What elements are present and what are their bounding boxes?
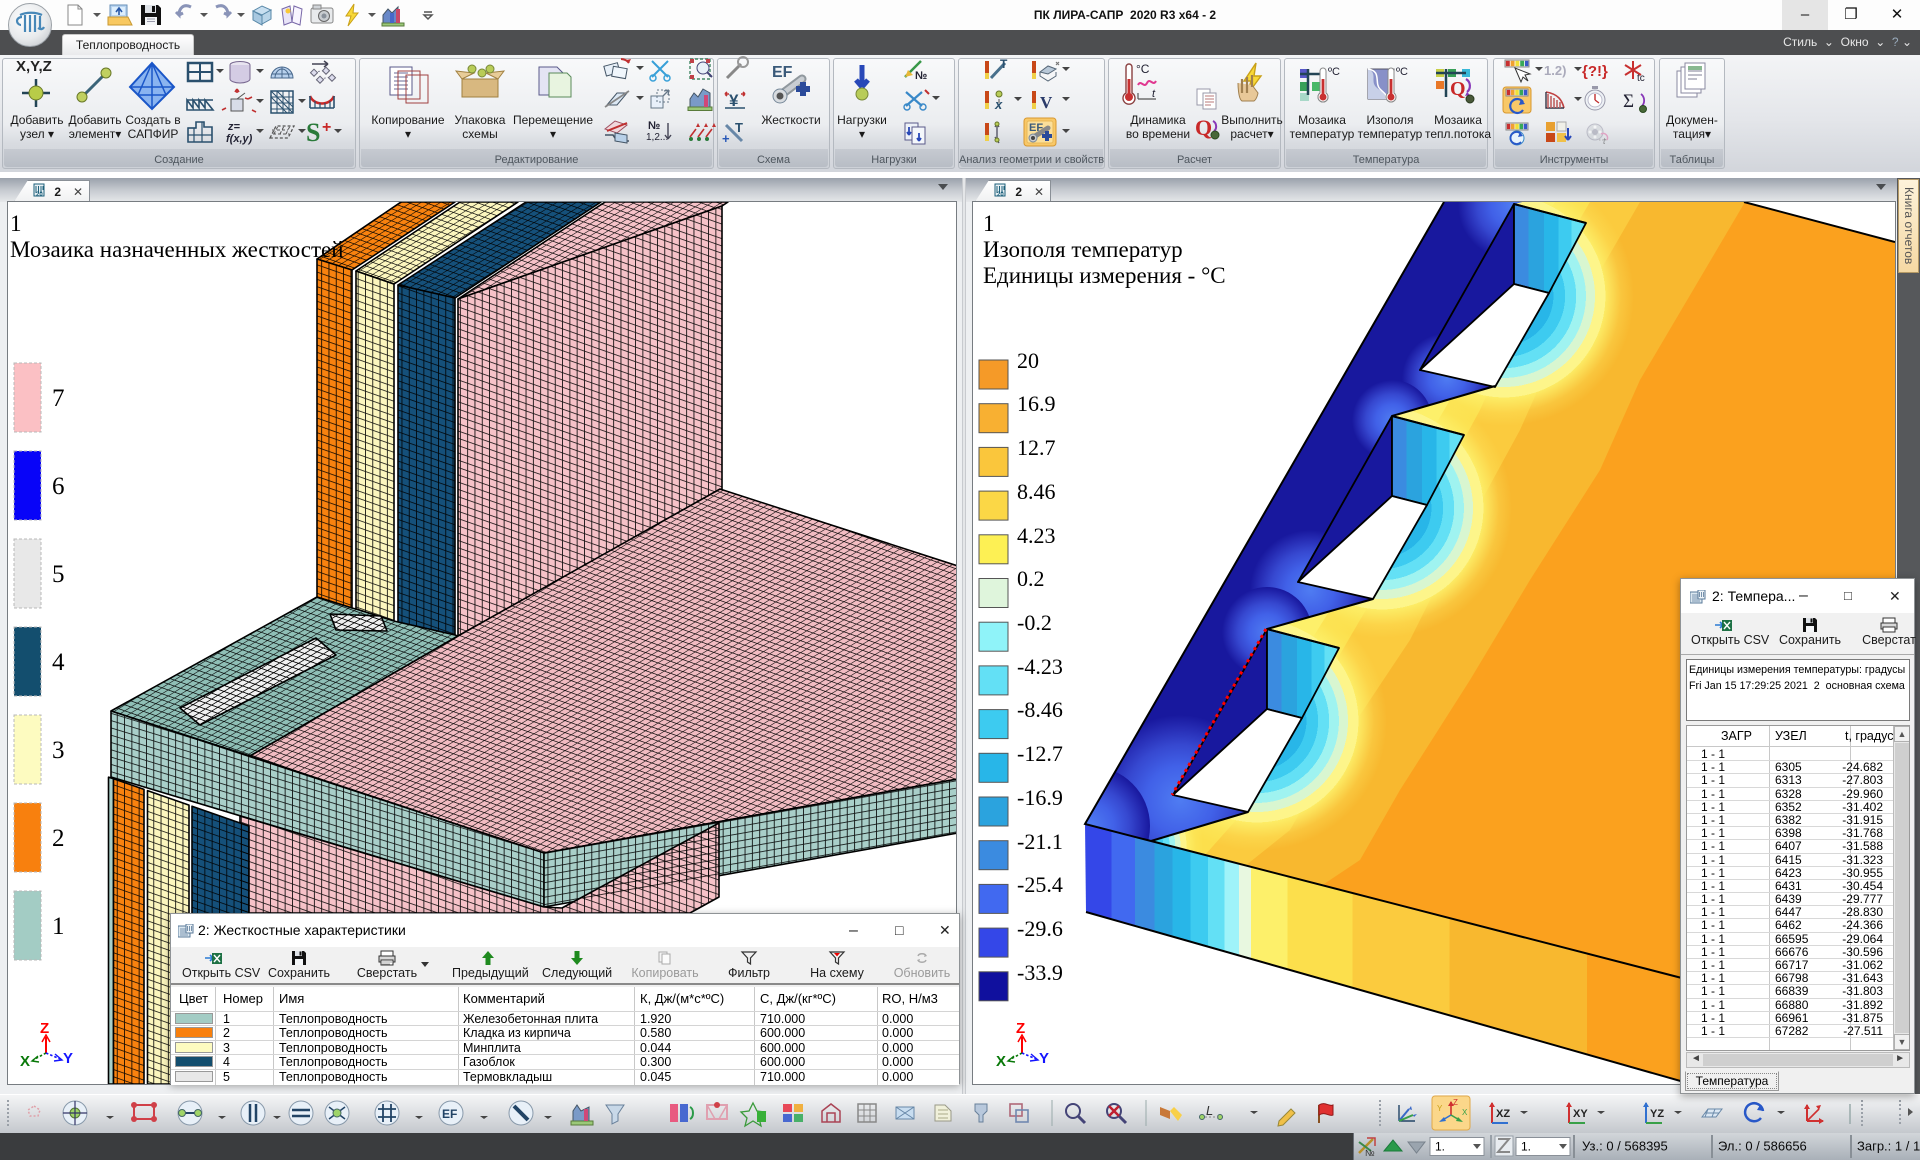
svg-text:°C: °C <box>1136 62 1150 76</box>
svg-text:Единицы измерения - °С: Единицы измерения - °С <box>983 263 1226 288</box>
svg-text:20: 20 <box>36 192 43 198</box>
svg-text:T: T <box>735 120 743 135</box>
svg-text:1.2): 1.2) <box>1544 63 1566 78</box>
svg-text:Σ: Σ <box>1623 91 1634 112</box>
svg-text:6: 6 <box>52 473 65 500</box>
svg-text:1.: 1. <box>1521 1140 1531 1154</box>
svg-text:ºC: ºC <box>1396 66 1408 78</box>
svg-text:XY: XY <box>1573 1108 1588 1120</box>
svg-text:tc: tc <box>1637 73 1645 84</box>
svg-text:Y: Y <box>1039 1050 1049 1067</box>
svg-text:t: t <box>1603 136 1606 146</box>
svg-text:EF: EF <box>442 1107 457 1121</box>
svg-text:0.2: 0.2 <box>1017 566 1045 591</box>
svg-text:z=: z= <box>227 121 241 133</box>
svg-text:8.46: 8.46 <box>1017 479 1056 504</box>
svg-text:5: 5 <box>52 561 65 588</box>
svg-text:X: X <box>996 1053 1006 1070</box>
svg-text:Q: Q <box>1195 115 1212 140</box>
svg-text:1.: 1. <box>1435 1140 1445 1154</box>
svg-text:1: 1 <box>983 211 995 236</box>
svg-text:X,Y,Z: X,Y,Z <box>16 58 52 75</box>
svg-text:-4.23: -4.23 <box>1017 654 1063 679</box>
svg-text:-21.1: -21.1 <box>1017 829 1063 854</box>
svg-text:№: № <box>915 70 927 82</box>
svg-text:Z: Z <box>1016 1020 1025 1037</box>
svg-text:Эл.: 0 / 586656: Эл.: 0 / 586656 <box>1718 1139 1807 1154</box>
svg-text:20: 20 <box>997 192 1004 198</box>
svg-text:12.7: 12.7 <box>1017 435 1056 460</box>
svg-text:-25.4: -25.4 <box>1017 872 1063 897</box>
svg-text:-12.7: -12.7 <box>1017 741 1063 766</box>
svg-text:¥: ¥ <box>729 91 739 110</box>
svg-text:ºC: ºC <box>1328 66 1340 78</box>
svg-text:1: 1 <box>52 913 65 940</box>
svg-text:Мозаика назначенных жесткостей: Мозаика назначенных жесткостей <box>10 237 344 262</box>
svg-text:{?!}: {?!} <box>1582 63 1608 80</box>
svg-text:S: S <box>306 118 320 147</box>
svg-text:1,2...: 1,2... <box>646 132 668 143</box>
svg-text:Z: Z <box>1453 1098 1458 1107</box>
svg-text:Q: Q <box>1450 78 1466 100</box>
svg-text:YZ: YZ <box>1650 1108 1664 1120</box>
svg-text:7: 7 <box>52 385 65 412</box>
svg-text:t: t <box>1152 88 1156 100</box>
svg-text:+: + <box>722 131 730 146</box>
svg-text:EF: EF <box>772 64 793 81</box>
svg-text:20: 20 <box>1017 348 1039 373</box>
svg-text:XZ: XZ <box>1496 1108 1510 1120</box>
svg-text:-0.2: -0.2 <box>1017 610 1052 635</box>
svg-text:16.9: 16.9 <box>1017 391 1056 416</box>
svg-text:Уз.: 0 / 568395: Уз.: 0 / 568395 <box>1582 1139 1668 1154</box>
svg-text:-29.6: -29.6 <box>1017 916 1063 941</box>
svg-text:-16.9: -16.9 <box>1017 785 1063 810</box>
svg-text:Y: Y <box>1437 1104 1443 1113</box>
svg-text:2: 2 <box>52 825 65 852</box>
svg-text:4: 4 <box>52 649 65 676</box>
svg-text:V: V <box>1040 93 1053 112</box>
svg-text:Z: Z <box>40 1020 49 1037</box>
svg-text:4.23: 4.23 <box>1017 523 1056 548</box>
svg-text:+: + <box>322 119 331 136</box>
svg-text:X: X <box>20 1053 30 1070</box>
svg-text:№: № <box>1365 1148 1375 1158</box>
svg-text:Y: Y <box>63 1050 73 1067</box>
svg-text:X: X <box>1462 1108 1468 1117</box>
svg-text:f(x,y): f(x,y) <box>226 133 253 145</box>
svg-text:-8.46: -8.46 <box>1017 697 1063 722</box>
svg-text:Загр.: 1 / 1: Загр.: 1 / 1 <box>1857 1139 1920 1154</box>
svg-text:T: T <box>1000 57 1008 71</box>
svg-text:3: 3 <box>52 737 65 764</box>
svg-text:№: № <box>648 120 660 132</box>
svg-text:Изополя температур: Изополя температур <box>983 237 1183 262</box>
svg-text:-33.9: -33.9 <box>1017 960 1063 985</box>
svg-text:L: L <box>1206 1103 1213 1118</box>
svg-text:1: 1 <box>10 211 22 236</box>
